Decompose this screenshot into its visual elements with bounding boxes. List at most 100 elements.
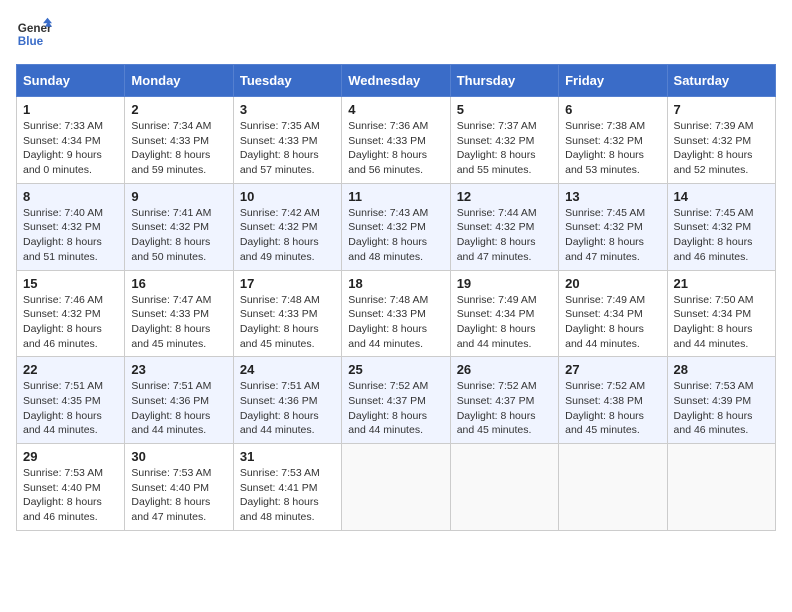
day-number: 9 [131,189,226,204]
day-info: Sunrise: 7:44 AM Sunset: 4:32 PM Dayligh… [457,206,552,265]
day-number: 25 [348,362,443,377]
day-number: 7 [674,102,769,117]
day-number: 11 [348,189,443,204]
day-info: Sunrise: 7:47 AM Sunset: 4:33 PM Dayligh… [131,293,226,352]
calendar-cell: 13 Sunrise: 7:45 AM Sunset: 4:32 PM Dayl… [559,183,667,270]
day-info: Sunrise: 7:51 AM Sunset: 4:35 PM Dayligh… [23,379,118,438]
calendar-cell: 9 Sunrise: 7:41 AM Sunset: 4:32 PM Dayli… [125,183,233,270]
svg-text:Blue: Blue [18,35,44,48]
calendar-cell: 6 Sunrise: 7:38 AM Sunset: 4:32 PM Dayli… [559,97,667,184]
day-info: Sunrise: 7:42 AM Sunset: 4:32 PM Dayligh… [240,206,335,265]
calendar-cell: 12 Sunrise: 7:44 AM Sunset: 4:32 PM Dayl… [450,183,558,270]
calendar-cell: 27 Sunrise: 7:52 AM Sunset: 4:38 PM Dayl… [559,357,667,444]
calendar-cell [342,444,450,531]
calendar-week-row: 29 Sunrise: 7:53 AM Sunset: 4:40 PM Dayl… [17,444,776,531]
calendar-week-row: 8 Sunrise: 7:40 AM Sunset: 4:32 PM Dayli… [17,183,776,270]
calendar-cell: 15 Sunrise: 7:46 AM Sunset: 4:32 PM Dayl… [17,270,125,357]
day-info: Sunrise: 7:49 AM Sunset: 4:34 PM Dayligh… [565,293,660,352]
calendar-cell: 26 Sunrise: 7:52 AM Sunset: 4:37 PM Dayl… [450,357,558,444]
day-info: Sunrise: 7:34 AM Sunset: 4:33 PM Dayligh… [131,119,226,178]
calendar-cell: 16 Sunrise: 7:47 AM Sunset: 4:33 PM Dayl… [125,270,233,357]
day-number: 21 [674,276,769,291]
day-info: Sunrise: 7:52 AM Sunset: 4:37 PM Dayligh… [457,379,552,438]
day-number: 27 [565,362,660,377]
column-header-friday: Friday [559,65,667,97]
day-info: Sunrise: 7:41 AM Sunset: 4:32 PM Dayligh… [131,206,226,265]
day-info: Sunrise: 7:37 AM Sunset: 4:32 PM Dayligh… [457,119,552,178]
calendar-cell: 10 Sunrise: 7:42 AM Sunset: 4:32 PM Dayl… [233,183,341,270]
column-header-tuesday: Tuesday [233,65,341,97]
day-number: 12 [457,189,552,204]
calendar-week-row: 22 Sunrise: 7:51 AM Sunset: 4:35 PM Dayl… [17,357,776,444]
calendar-cell: 18 Sunrise: 7:48 AM Sunset: 4:33 PM Dayl… [342,270,450,357]
calendar-cell: 1 Sunrise: 7:33 AM Sunset: 4:34 PM Dayli… [17,97,125,184]
day-number: 30 [131,449,226,464]
column-header-sunday: Sunday [17,65,125,97]
calendar-cell: 17 Sunrise: 7:48 AM Sunset: 4:33 PM Dayl… [233,270,341,357]
calendar-cell: 31 Sunrise: 7:53 AM Sunset: 4:41 PM Dayl… [233,444,341,531]
calendar-cell [450,444,558,531]
day-number: 6 [565,102,660,117]
day-info: Sunrise: 7:53 AM Sunset: 4:40 PM Dayligh… [23,466,118,525]
calendar-cell: 2 Sunrise: 7:34 AM Sunset: 4:33 PM Dayli… [125,97,233,184]
logo-icon: General Blue [16,16,52,52]
calendar-table: SundayMondayTuesdayWednesdayThursdayFrid… [16,64,776,531]
day-number: 3 [240,102,335,117]
day-number: 10 [240,189,335,204]
calendar-cell: 20 Sunrise: 7:49 AM Sunset: 4:34 PM Dayl… [559,270,667,357]
day-number: 16 [131,276,226,291]
day-number: 19 [457,276,552,291]
day-number: 8 [23,189,118,204]
calendar-cell: 29 Sunrise: 7:53 AM Sunset: 4:40 PM Dayl… [17,444,125,531]
calendar-cell: 5 Sunrise: 7:37 AM Sunset: 4:32 PM Dayli… [450,97,558,184]
calendar-week-row: 15 Sunrise: 7:46 AM Sunset: 4:32 PM Dayl… [17,270,776,357]
day-number: 15 [23,276,118,291]
day-info: Sunrise: 7:51 AM Sunset: 4:36 PM Dayligh… [131,379,226,438]
day-number: 5 [457,102,552,117]
day-info: Sunrise: 7:36 AM Sunset: 4:33 PM Dayligh… [348,119,443,178]
column-header-monday: Monday [125,65,233,97]
day-info: Sunrise: 7:53 AM Sunset: 4:41 PM Dayligh… [240,466,335,525]
day-number: 20 [565,276,660,291]
calendar-cell: 8 Sunrise: 7:40 AM Sunset: 4:32 PM Dayli… [17,183,125,270]
column-header-thursday: Thursday [450,65,558,97]
calendar-cell: 28 Sunrise: 7:53 AM Sunset: 4:39 PM Dayl… [667,357,775,444]
calendar-cell: 23 Sunrise: 7:51 AM Sunset: 4:36 PM Dayl… [125,357,233,444]
column-header-wednesday: Wednesday [342,65,450,97]
day-number: 2 [131,102,226,117]
calendar-cell: 11 Sunrise: 7:43 AM Sunset: 4:32 PM Dayl… [342,183,450,270]
day-info: Sunrise: 7:53 AM Sunset: 4:40 PM Dayligh… [131,466,226,525]
header: General Blue [16,16,776,52]
day-info: Sunrise: 7:52 AM Sunset: 4:37 PM Dayligh… [348,379,443,438]
day-number: 28 [674,362,769,377]
calendar-cell: 22 Sunrise: 7:51 AM Sunset: 4:35 PM Dayl… [17,357,125,444]
calendar-cell: 21 Sunrise: 7:50 AM Sunset: 4:34 PM Dayl… [667,270,775,357]
day-number: 14 [674,189,769,204]
calendar-header-row: SundayMondayTuesdayWednesdayThursdayFrid… [17,65,776,97]
day-info: Sunrise: 7:40 AM Sunset: 4:32 PM Dayligh… [23,206,118,265]
day-info: Sunrise: 7:50 AM Sunset: 4:34 PM Dayligh… [674,293,769,352]
day-number: 31 [240,449,335,464]
calendar-cell: 24 Sunrise: 7:51 AM Sunset: 4:36 PM Dayl… [233,357,341,444]
day-number: 29 [23,449,118,464]
day-info: Sunrise: 7:43 AM Sunset: 4:32 PM Dayligh… [348,206,443,265]
day-info: Sunrise: 7:48 AM Sunset: 4:33 PM Dayligh… [240,293,335,352]
day-number: 22 [23,362,118,377]
calendar-week-row: 1 Sunrise: 7:33 AM Sunset: 4:34 PM Dayli… [17,97,776,184]
calendar-cell: 14 Sunrise: 7:45 AM Sunset: 4:32 PM Dayl… [667,183,775,270]
day-info: Sunrise: 7:33 AM Sunset: 4:34 PM Dayligh… [23,119,118,178]
calendar-cell: 19 Sunrise: 7:49 AM Sunset: 4:34 PM Dayl… [450,270,558,357]
day-info: Sunrise: 7:48 AM Sunset: 4:33 PM Dayligh… [348,293,443,352]
day-number: 17 [240,276,335,291]
calendar-cell: 4 Sunrise: 7:36 AM Sunset: 4:33 PM Dayli… [342,97,450,184]
column-header-saturday: Saturday [667,65,775,97]
calendar-cell: 7 Sunrise: 7:39 AM Sunset: 4:32 PM Dayli… [667,97,775,184]
day-number: 18 [348,276,443,291]
calendar-cell [667,444,775,531]
day-number: 26 [457,362,552,377]
day-info: Sunrise: 7:49 AM Sunset: 4:34 PM Dayligh… [457,293,552,352]
day-info: Sunrise: 7:45 AM Sunset: 4:32 PM Dayligh… [674,206,769,265]
day-number: 4 [348,102,443,117]
day-number: 23 [131,362,226,377]
day-number: 13 [565,189,660,204]
